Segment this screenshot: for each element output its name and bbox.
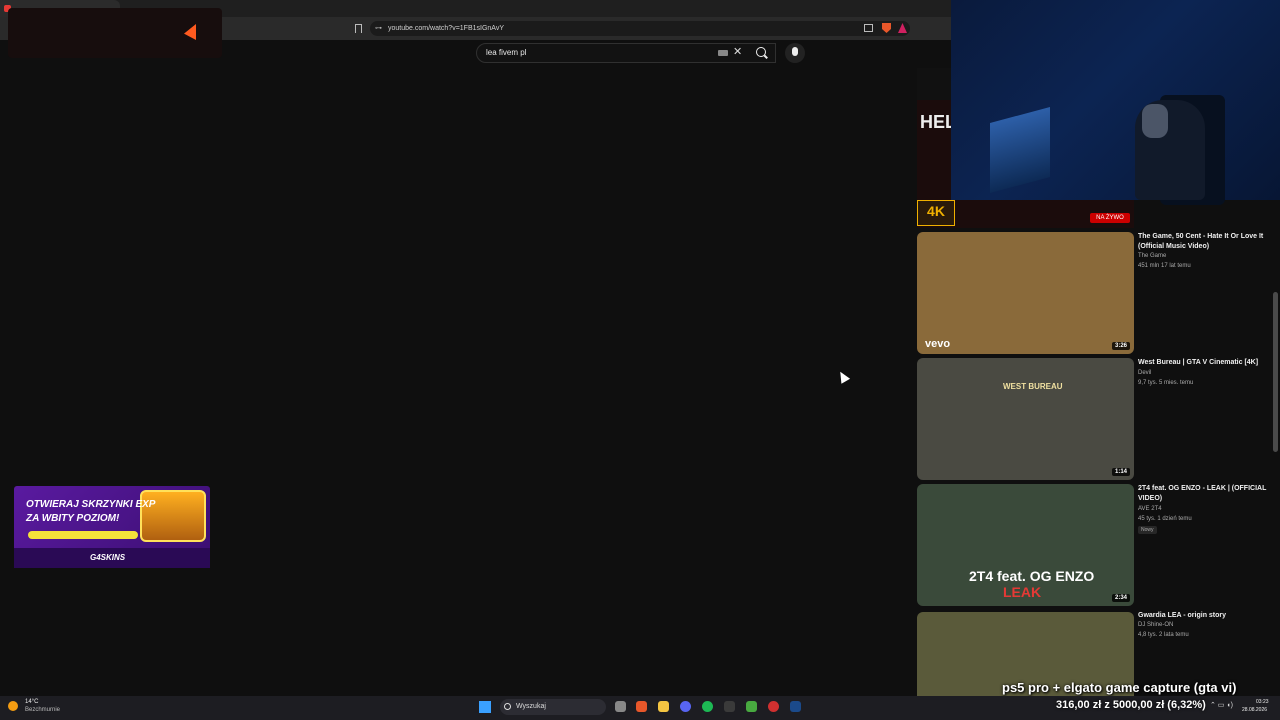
taskbar-clock[interactable]: 03:23 bbox=[1256, 699, 1269, 705]
recommended-thumbnail-partial[interactable] bbox=[917, 68, 952, 100]
thumbnail-logo-text: vevo bbox=[925, 338, 951, 350]
live-badge: NA ŻYWO bbox=[1090, 213, 1130, 223]
windows-start-icon[interactable] bbox=[479, 701, 491, 713]
video-title[interactable]: The Game, 50 Cent - Hate It Or Love It (… bbox=[1138, 232, 1268, 252]
treasure-chest-icon bbox=[140, 490, 206, 542]
taskbar-date[interactable]: 28.08.2026 bbox=[1242, 707, 1267, 713]
video-meta: 4,8 tys. 2 lata temu bbox=[1138, 632, 1189, 638]
site-info-icon[interactable]: ⊶ bbox=[375, 25, 382, 32]
sidebar-scrollbar[interactable] bbox=[1273, 292, 1278, 452]
video-meta: 45 tys. 1 dzień temu bbox=[1138, 516, 1192, 522]
video-title[interactable]: West Bureau | GTA V Cinematic [4K] bbox=[1138, 358, 1268, 368]
weather-temperature[interactable]: 14°C bbox=[25, 699, 38, 705]
video-title[interactable]: Gwardia LEA - origin story bbox=[1138, 611, 1268, 621]
video-thumbnail[interactable]: vevo 3:26 bbox=[917, 232, 1134, 354]
ad-progress-bar bbox=[28, 531, 138, 539]
taskbar-search[interactable]: Wyszukaj bbox=[500, 699, 606, 715]
video-thumbnail[interactable]: 2T4 feat. OG ENZO LEAK 2:34 bbox=[917, 484, 1134, 606]
spotify-icon[interactable] bbox=[702, 701, 713, 712]
ad-logo: G4SKINS bbox=[90, 553, 126, 562]
video-meta: 451 mln 17 lat temu bbox=[1138, 263, 1191, 269]
weather-sun-icon[interactable] bbox=[8, 701, 18, 711]
taskbar-search-icon bbox=[504, 703, 511, 710]
video-thumbnail[interactable]: WEST BUREAU 1:14 bbox=[917, 358, 1134, 480]
search-input[interactable]: lea fivem pl bbox=[476, 43, 776, 63]
system-tray-icons[interactable]: ⌃ ▭ ◖) bbox=[1210, 701, 1233, 709]
channel-name[interactable]: DJ Shine-ON bbox=[1138, 622, 1173, 628]
thumbnail-subtitle-text: LEAK bbox=[1003, 584, 1042, 600]
donation-goal: 316,00 zł z 5000,00 zł (6,32%) bbox=[1056, 699, 1206, 711]
webcam-face bbox=[1142, 104, 1168, 138]
app-icon[interactable] bbox=[746, 701, 757, 712]
thumbnail-title-text: 2T4 feat. OG ENZO bbox=[969, 568, 1095, 584]
new-badge: Nowy bbox=[1138, 526, 1157, 534]
keyboard-icon[interactable] bbox=[718, 50, 728, 56]
video-duration: 1:14 bbox=[1111, 468, 1130, 476]
clear-search-icon[interactable]: ✕ bbox=[733, 46, 743, 58]
address-bar[interactable]: youtube.com/watch?v=1FB1sIGnAvY bbox=[370, 21, 910, 36]
bookmark-icon[interactable] bbox=[355, 24, 362, 33]
ad-subheadline: ZA WBITY POZIOM! bbox=[26, 513, 120, 524]
microphone-icon bbox=[792, 47, 798, 56]
calculator-icon[interactable] bbox=[724, 701, 735, 712]
discord-icon[interactable] bbox=[680, 701, 691, 712]
video-meta: 9,7 tys. 5 mies. temu bbox=[1138, 380, 1194, 386]
4k-badge: 4K bbox=[917, 200, 955, 226]
video-title[interactable]: 2T4 feat. OG ENZO - LEAK | (OFFICIAL VID… bbox=[1138, 484, 1268, 504]
mouse-cursor-icon bbox=[835, 369, 851, 384]
weather-description[interactable]: Bezchmurnie bbox=[25, 707, 60, 713]
video-duration: 2:34 bbox=[1111, 594, 1130, 602]
brave-browser-icon[interactable] bbox=[636, 701, 647, 712]
ad-headline: OTWIERAJ SKRZYNKI EXP bbox=[26, 499, 156, 510]
sidepanel-icon[interactable] bbox=[864, 24, 873, 32]
video-duration: 3:26 bbox=[1111, 342, 1130, 350]
stream-title: ps5 pro + elgato game capture (gta vi) bbox=[1002, 680, 1237, 695]
channel-name[interactable]: Devil bbox=[1138, 370, 1151, 376]
file-explorer-icon[interactable] bbox=[658, 701, 669, 712]
task-view-icon[interactable] bbox=[615, 701, 626, 712]
obs-icon[interactable] bbox=[768, 701, 779, 712]
steam-icon[interactable] bbox=[790, 701, 801, 712]
channel-name[interactable]: The Game bbox=[1138, 253, 1166, 259]
channel-name[interactable]: AVE 2T4 bbox=[1138, 506, 1162, 512]
thumbnail-logo-text: WEST BUREAU bbox=[1003, 382, 1063, 391]
